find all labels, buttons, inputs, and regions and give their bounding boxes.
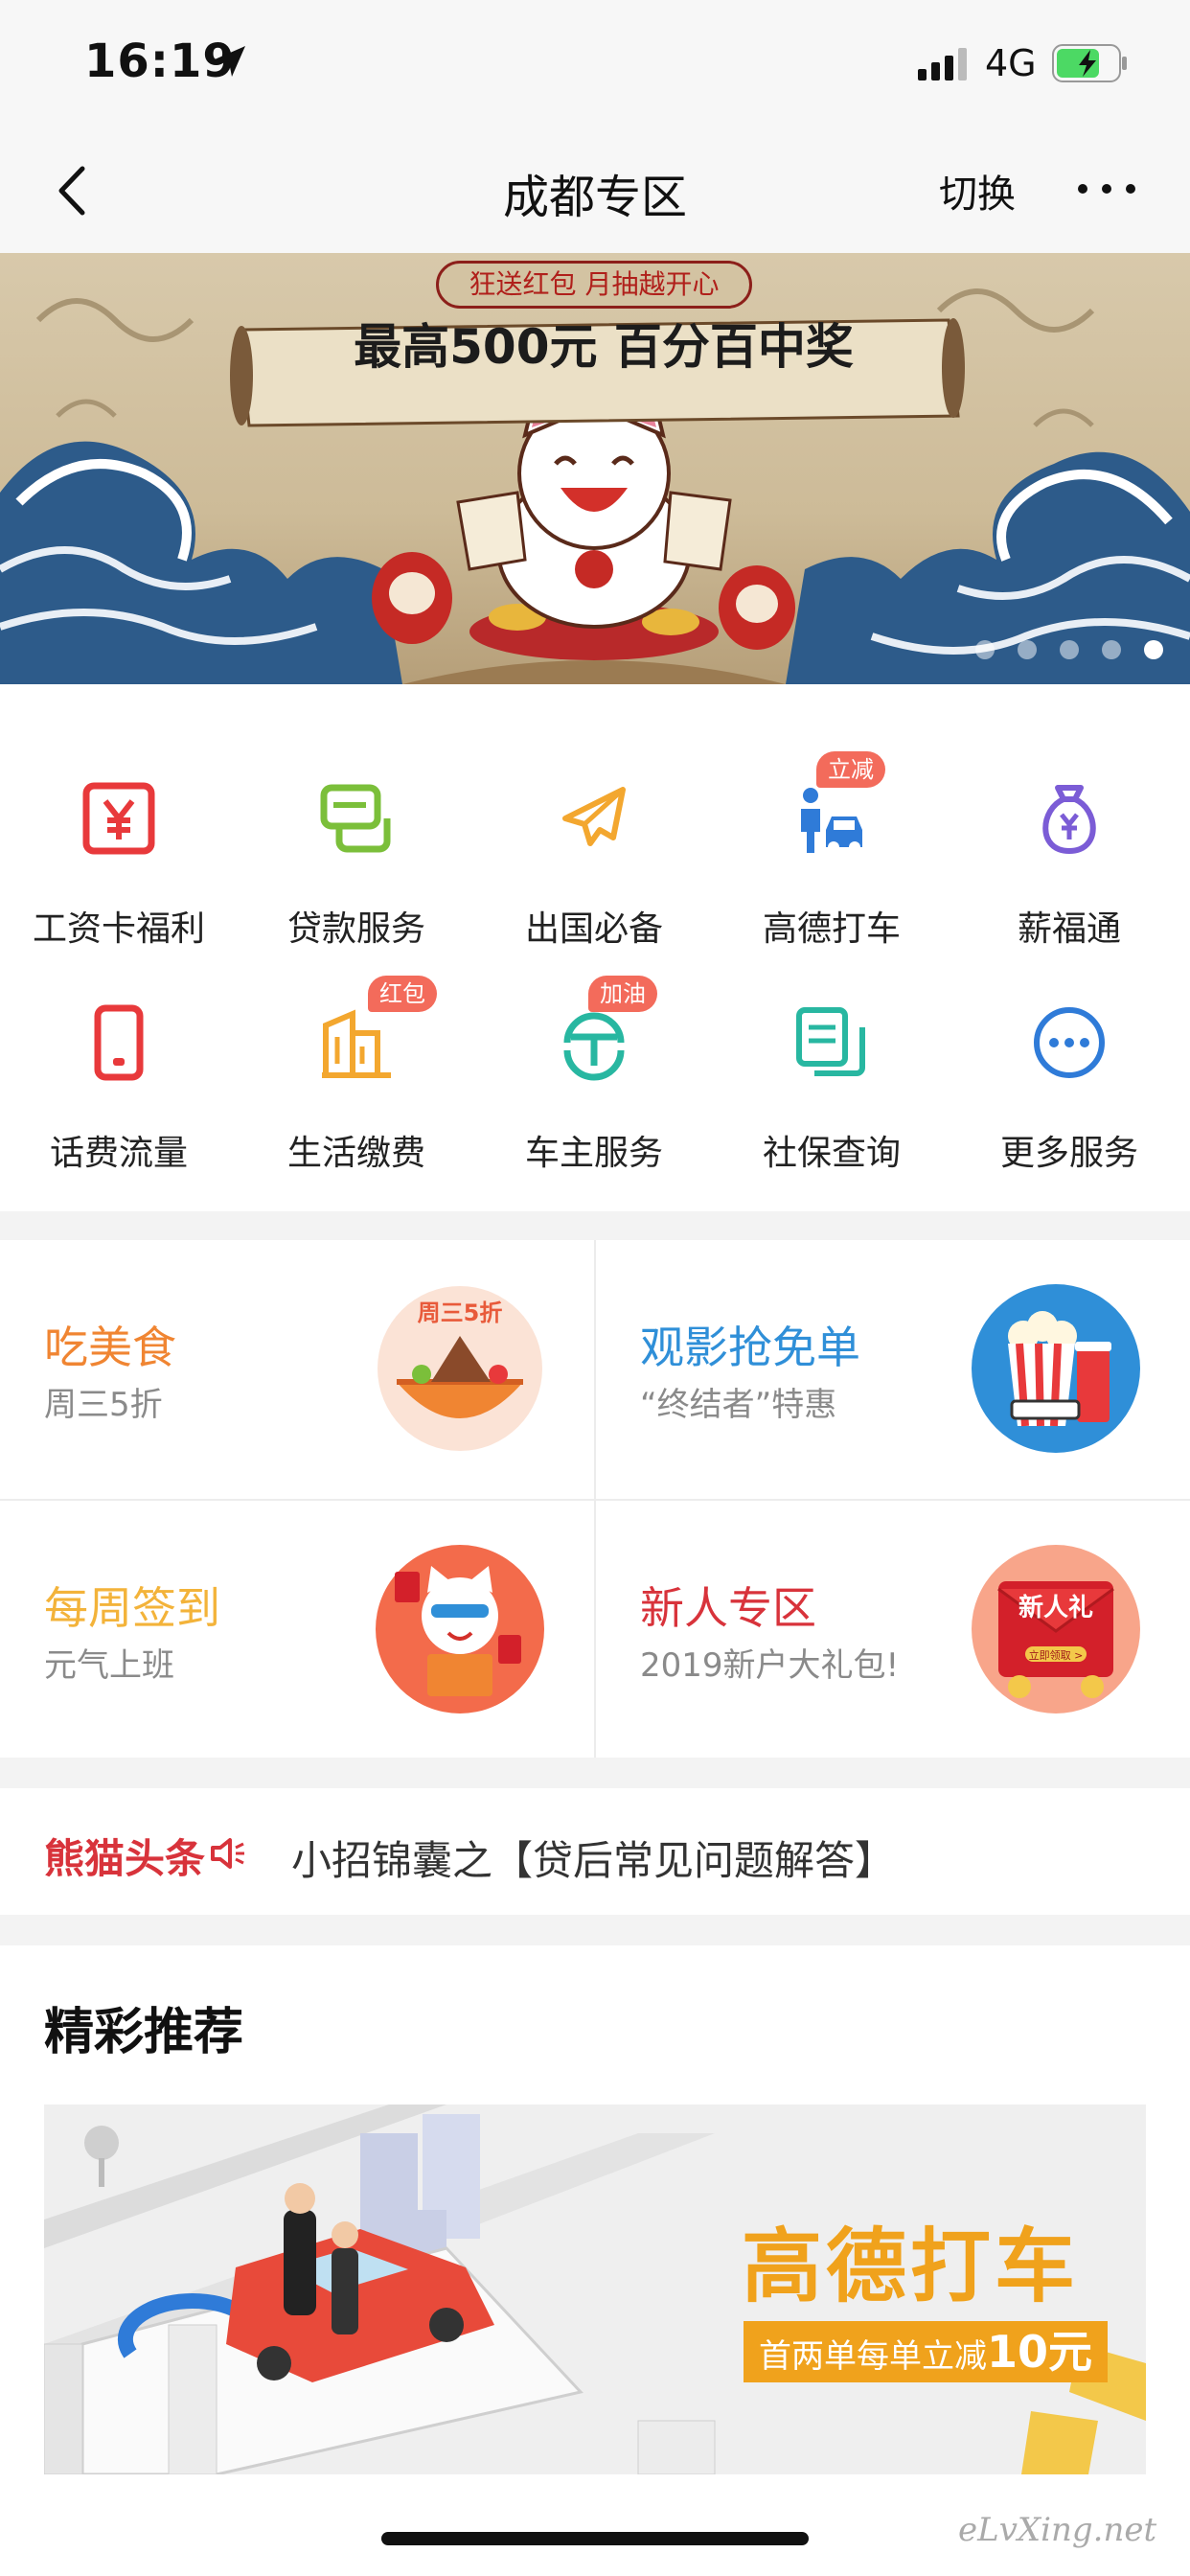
switch-city-button[interactable]: 切换 — [939, 163, 1016, 218]
service-label: 出国必备 — [524, 909, 663, 949]
section-divider — [0, 1758, 1190, 1788]
service-overseas[interactable]: 出国必备 — [475, 723, 713, 949]
speaker-icon — [211, 1838, 244, 1869]
promo-badge: 新人礼 — [1018, 1593, 1093, 1622]
more-circle-icon — [1034, 1007, 1105, 1078]
promo-title: 新人专区 — [640, 1582, 816, 1634]
signal-icon — [918, 48, 967, 80]
carousel-dot-active[interactable] — [1144, 640, 1163, 659]
nav-bar: 成都专区 切换 — [0, 126, 1190, 253]
card-icon — [320, 784, 391, 853]
phone-icon — [94, 1004, 144, 1081]
promo-subtitle: “终结者”特惠 — [640, 1386, 837, 1424]
service-salary-card[interactable]: 工资卡福利 — [0, 723, 238, 949]
section-divider — [0, 1915, 1190, 1945]
hotpot-illustration: 周三5折 — [378, 1286, 542, 1451]
building-icon — [322, 1009, 391, 1078]
service-car-owner[interactable]: 加油 车主服务 — [475, 947, 713, 1173]
promo-title: 吃美食 — [44, 1322, 176, 1373]
service-social-security[interactable]: 社保查询 — [713, 947, 950, 1173]
banner-tagline: 狂送红包 月抽越开心 — [436, 261, 752, 309]
service-label: 薪福通 — [1017, 909, 1121, 949]
service-label: 车主服务 — [524, 1134, 663, 1173]
service-tag: 红包 — [368, 976, 437, 1012]
offer-text: 首两单每单立减 — [759, 2337, 987, 2376]
home-indicator[interactable] — [381, 2532, 809, 2545]
promo-subtitle: 2019新户大礼包! — [640, 1646, 900, 1685]
service-amap-taxi[interactable]: 立减 高德打车 — [713, 723, 950, 949]
promo-card-food[interactable]: 吃美食 周三5折 周三5折 — [0, 1240, 594, 1499]
taxi-icon — [801, 788, 862, 853]
service-label: 高德打车 — [762, 909, 901, 949]
service-label: 工资卡福利 — [32, 909, 205, 949]
service-more[interactable]: 更多服务 — [950, 947, 1188, 1173]
cat-mascot-illustration — [376, 1545, 544, 1714]
section-title: 精彩推荐 — [44, 2004, 244, 2061]
service-tag: 加油 — [588, 976, 657, 1012]
promo-banner[interactable]: 狂送红包 月抽越开心 最高500元 百分百中奖 — [0, 253, 1190, 684]
service-label: 贷款服务 — [286, 909, 425, 949]
offer-amount: 10元 — [987, 2326, 1093, 2378]
service-utilities[interactable]: 红包 生活缴费 — [238, 947, 475, 1173]
section-divider — [0, 1211, 1190, 1240]
carousel-dot[interactable] — [1102, 640, 1121, 659]
recommend-card-amap-taxi[interactable]: 高德打车 首两单每单立减10元 — [44, 2104, 1146, 2474]
service-label: 社保查询 — [762, 1134, 901, 1173]
services-grid: 工资卡福利 贷款服务 出国必备 立减 高德打车 薪福通 话费流量 红包 生活缴费… — [0, 684, 1190, 1211]
promo-card-newcomer[interactable]: 新人专区 2019新户大礼包! 新人礼 立即领取 > — [596, 1501, 1190, 1760]
airplane-icon — [562, 787, 626, 846]
promo-card-movie[interactable]: 观影抢免单 “终结者”特惠 — [596, 1240, 1190, 1499]
car-owner-icon — [563, 1012, 625, 1081]
promo-badge-sub: 立即领取 > — [1029, 1648, 1084, 1662]
news-ticker[interactable]: 熊猫头条 小招锦囊之【贷后常见问题解答】 — [0, 1788, 1190, 1915]
recommend-card-title: 高德打车 — [742, 2220, 1080, 2313]
recommend-section: 精彩推荐 高德打车 首两单每单立减10元 — [0, 1945, 1190, 2576]
service-tag: 立减 — [816, 751, 885, 788]
banner-headline: 最高500元 百分百中奖 — [354, 319, 854, 375]
news-brand: 熊猫头条 — [44, 1835, 206, 1882]
status-bar: 16:19 4G — [0, 0, 1190, 126]
carousel-dot[interactable] — [1018, 640, 1037, 659]
service-label: 话费流量 — [49, 1134, 188, 1173]
money-bag-icon — [1042, 785, 1096, 855]
carousel-dot[interactable] — [975, 640, 995, 659]
popcorn-illustration — [972, 1284, 1140, 1453]
service-xinfutong[interactable]: 薪福通 — [950, 723, 1188, 949]
document-icon — [796, 1007, 865, 1076]
promo-title: 每周签到 — [44, 1582, 220, 1634]
carousel-dot[interactable] — [1060, 640, 1079, 659]
promo-grid: 吃美食 周三5折 周三5折 观影抢免单 “终结者”特惠 每周签到 元气上班 新人… — [0, 1240, 1190, 1758]
more-options-icon[interactable] — [1073, 165, 1140, 213]
service-loan[interactable]: 贷款服务 — [238, 723, 475, 949]
promo-subtitle: 周三5折 — [44, 1386, 163, 1424]
network-label: 4G — [985, 42, 1037, 84]
yuan-icon — [82, 782, 155, 855]
service-label: 更多服务 — [999, 1134, 1138, 1173]
recommend-card-offer: 首两单每单立减10元 — [744, 2321, 1109, 2382]
promo-title: 观影抢免单 — [640, 1322, 860, 1373]
location-arrow-icon — [215, 46, 245, 77]
battery-charging-icon — [1052, 44, 1127, 82]
service-phone-data[interactable]: 话费流量 — [0, 947, 238, 1173]
promo-card-checkin[interactable]: 每周签到 元气上班 — [0, 1501, 594, 1760]
news-headline[interactable]: 小招锦囊之【贷后常见问题解答】 — [291, 1828, 895, 1887]
red-envelope-illustration: 新人礼 立即领取 > — [972, 1545, 1140, 1714]
watermark: eLvXing.net — [958, 2511, 1157, 2549]
carousel-dots — [975, 640, 1163, 659]
service-label: 生活缴费 — [286, 1134, 425, 1173]
promo-subtitle: 元气上班 — [44, 1646, 174, 1685]
promo-badge: 周三5折 — [418, 1300, 503, 1326]
